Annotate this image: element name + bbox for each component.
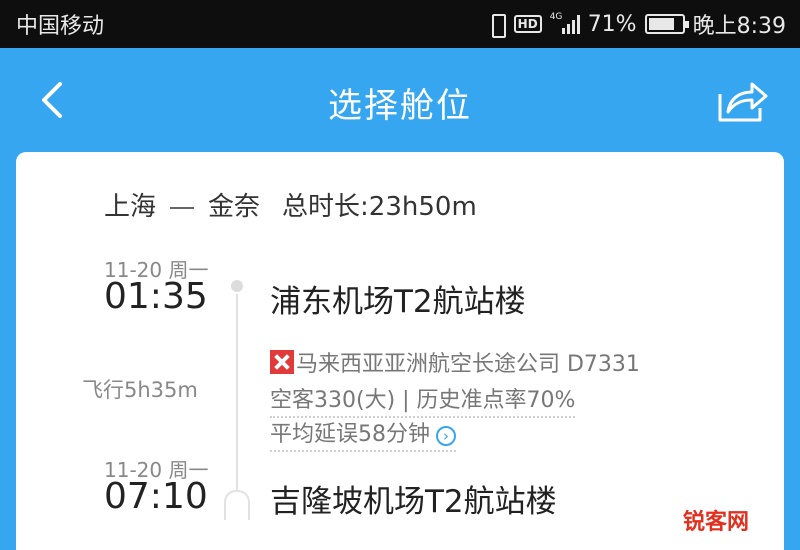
clock: 晚上8:39 <box>692 14 786 39</box>
network-type: 4G <box>549 12 563 22</box>
route-dash-icon <box>170 206 195 209</box>
route-summary: 上海 金奈 总时长:23h50m <box>104 186 477 223</box>
avg-delay-text: 平均延误58分钟 <box>270 422 430 447</box>
airline-name: 马来西亚亚洲航空长途公司 D7331 <box>296 352 640 377</box>
arrival-dot-icon <box>224 490 250 520</box>
airline-info: 马来西亚亚洲航空长途公司 D7331 <box>270 346 640 378</box>
origin-city: 上海 <box>104 192 157 222</box>
battery-percent: 71% <box>587 11 637 37</box>
departure-dot-icon <box>231 280 243 292</box>
avg-delay[interactable]: 平均延误58分钟 › <box>270 416 456 452</box>
watermark: 锐客网 <box>676 504 756 540</box>
status-icons: HD 4G 71% 晚上8:39 <box>488 8 786 40</box>
hd-icon: HD <box>513 15 542 33</box>
timeline-line <box>236 294 238 514</box>
share-button[interactable] <box>712 72 772 128</box>
nav-bar: 选择舱位 <box>0 48 800 152</box>
carrier-name: 中国移动 <box>16 14 105 39</box>
chevron-right-icon[interactable]: › <box>436 426 456 446</box>
total-duration: 总时长:23h50m <box>282 192 477 222</box>
signal-icon: 4G <box>549 12 580 34</box>
share-icon <box>718 82 768 122</box>
departure-time: 01:35 <box>104 276 208 317</box>
status-bar: 中国移动 HD 4G 71% 晚上8:39 <box>0 0 800 48</box>
flight-card: 上海 金奈 总时长:23h50m 11-20 周一 01:35 浦东机场T2航站楼 … <box>16 152 784 550</box>
departure-airport: 浦东机场T2航站楼 <box>270 284 526 320</box>
battery-icon <box>644 14 689 34</box>
arrival-airport: 吉隆坡机场T2航站楼 <box>270 484 557 520</box>
destination-city: 金奈 <box>208 192 261 222</box>
page-title: 选择舱位 <box>328 86 472 126</box>
flight-duration: 飞行5h35m <box>82 378 198 402</box>
arrival-time: 07:10 <box>104 476 208 517</box>
vibrate-icon <box>488 13 506 38</box>
airline-logo-icon <box>270 350 294 374</box>
aircraft-info: 空客330(大) | 历史准点率70% <box>270 382 576 418</box>
